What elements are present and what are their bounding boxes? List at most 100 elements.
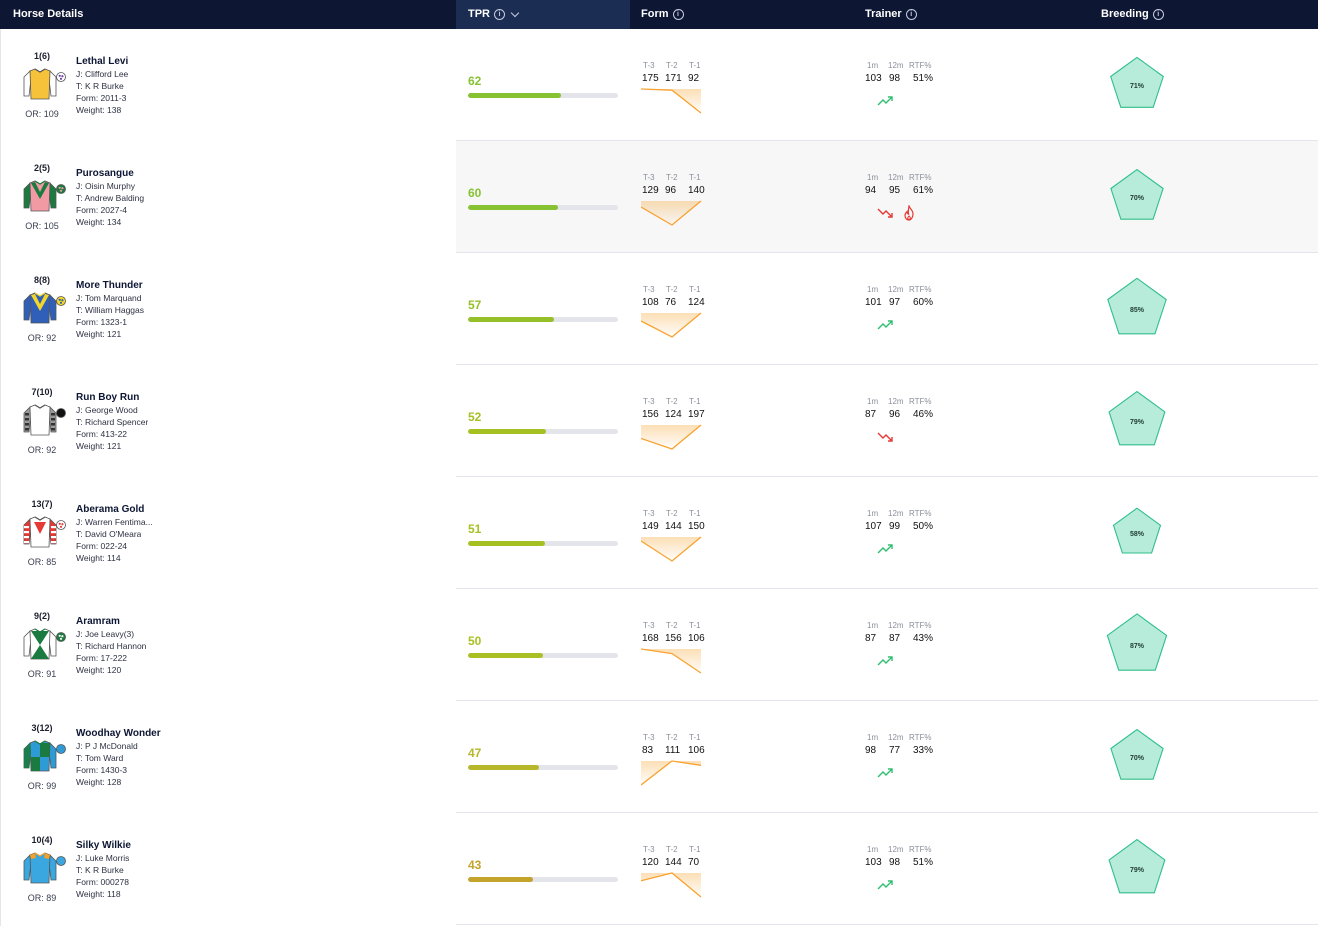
breeding-pentagon[interactable]: 87% — [1097, 589, 1177, 701]
breeding-pentagon[interactable]: 79% — [1097, 813, 1177, 925]
chevron-down-icon[interactable] — [510, 8, 520, 17]
silk-cap — [56, 184, 66, 194]
official-rating: OR: 99 — [27, 781, 57, 791]
jockey-name[interactable]: J: Joe Leavy(3) — [76, 629, 134, 639]
official-rating: OR: 92 — [27, 445, 57, 455]
horse-name[interactable]: Lethal Levi — [76, 56, 128, 67]
breeding-pentagon[interactable]: 58% — [1097, 477, 1177, 589]
silk-sleeve-mark — [51, 418, 55, 421]
form-value-t3: 156 — [642, 409, 659, 420]
form-label-t1: T-1 — [689, 173, 701, 182]
trainer-rtf: 60% — [913, 297, 934, 308]
trainer-rtf: 61% — [913, 185, 934, 196]
jockey-name[interactable]: J: Warren Fentima... — [76, 517, 153, 527]
form-value-t2: 111 — [665, 745, 681, 756]
trainer-name[interactable]: T: William Haggas — [76, 305, 144, 315]
trend-down-line — [877, 432, 893, 442]
trainer-wins-12m: 87 — [889, 633, 901, 644]
form-label-t1: T-1 — [689, 397, 701, 406]
table-row[interactable]: 9(2) OR: 91 Aramram J: Joe Leavy(3) T: R… — [0, 589, 1318, 701]
jockey-name[interactable]: J: Oisin Murphy — [76, 181, 135, 191]
horse-details-header: Horse Details — [13, 8, 83, 20]
breeding-pentagon[interactable]: 85% — [1097, 253, 1177, 365]
trainer-name[interactable]: T: Andrew Balding — [76, 193, 144, 203]
form-value-t2: 76 — [665, 297, 677, 308]
horse-name[interactable]: Aramram — [76, 616, 120, 627]
table-row[interactable]: 2(5) OR: 105 Purosangue J: Oisin Murphy … — [0, 141, 1318, 253]
form-label-t2: T-2 — [666, 733, 678, 742]
table-row[interactable]: 1(6) OR: 109 Lethal Levi J: Clifford Lee… — [0, 29, 1318, 141]
jockey-name[interactable]: J: George Wood — [76, 405, 138, 415]
tpr-bar — [468, 317, 618, 322]
trainer-name[interactable]: T: K R Burke — [76, 865, 124, 875]
breeding-pentagon[interactable]: 71% — [1097, 29, 1177, 141]
form-figures: Form: 17-222 — [76, 653, 128, 663]
form-sparkline — [641, 536, 702, 562]
silk-sleeve-mark — [25, 413, 29, 416]
table-row[interactable]: 8(8) OR: 92 More Thunder J: Tom Marquand… — [0, 253, 1318, 365]
form-sparkline-area — [641, 89, 701, 113]
trainer-name[interactable]: T: Tom Ward — [76, 753, 123, 763]
horse-name[interactable]: Run Boy Run — [76, 392, 139, 403]
silk-cap-dot — [61, 187, 64, 190]
tpr-bar-fill — [468, 765, 539, 770]
info-icon[interactable]: i — [494, 8, 505, 20]
trend-icon — [877, 880, 893, 890]
silk-sleeve-mark — [51, 423, 55, 426]
form-label-t2: T-2 — [666, 61, 678, 70]
breeding-percent: 58% — [1130, 531, 1145, 538]
table-row[interactable]: 7(10) OR: 92 Run Boy Run J: George Wood … — [0, 365, 1318, 477]
official-rating: OR: 105 — [25, 221, 59, 231]
form-label-t2: T-2 — [666, 285, 678, 294]
trainer-name[interactable]: T: Richard Hannon — [76, 641, 146, 651]
trainer-label-1m: 1m — [867, 733, 879, 742]
horse-name[interactable]: Aberama Gold — [76, 504, 144, 515]
horse-name[interactable]: Woodhay Wonder — [76, 728, 161, 739]
horse-name[interactable]: Silky Wilkie — [76, 840, 131, 851]
trainer-name[interactable]: T: K R Burke — [76, 81, 124, 91]
info-icon[interactable]: i — [1152, 8, 1164, 20]
silk-sleeve-stripe — [24, 526, 29, 529]
tpr-bar-fill — [468, 429, 546, 434]
trainer-name[interactable]: T: David O'Meara — [76, 529, 141, 539]
jockey-name[interactable]: J: Luke Morris — [76, 853, 129, 863]
form-label-t2: T-2 — [666, 397, 678, 406]
form-label-t3: T-3 — [643, 845, 655, 854]
trend-icon — [877, 96, 893, 106]
cloth-number: 10(4) — [31, 835, 53, 845]
table-row[interactable]: 13(7) OR: 85 Aberama Gold J: Warren Fent… — [0, 477, 1318, 589]
silk-cap-dot — [59, 189, 63, 192]
silk-cap — [56, 72, 66, 82]
official-rating: OR: 91 — [27, 669, 57, 679]
tpr-bar — [468, 541, 618, 546]
breeding-pentagon[interactable]: 70% — [1097, 141, 1177, 253]
trainer-label-rtf: RTF% — [909, 621, 932, 630]
trainer-label-12m: 12m — [888, 509, 904, 518]
breeding-pentagon[interactable]: 70% — [1097, 701, 1177, 813]
horse-name[interactable]: Purosangue — [76, 168, 134, 179]
trainer-name[interactable]: T: Richard Spencer — [76, 417, 148, 427]
trainer-label-12m: 12m — [888, 397, 904, 406]
trainer-label-1m: 1m — [867, 845, 879, 854]
jockey-name[interactable]: J: Tom Marquand — [76, 293, 142, 303]
table-row[interactable]: 10(4) OR: 89 Silky Wilkie J: Luke Morris… — [0, 813, 1318, 925]
form-sparkline — [641, 312, 702, 338]
cloth-number: 2(5) — [33, 163, 50, 173]
info-icon[interactable]: i — [672, 8, 684, 20]
form-sparkline-area — [641, 201, 701, 225]
jockey-name[interactable]: J: Clifford Lee — [76, 69, 128, 79]
tpr-header[interactable]: TPR i — [468, 8, 520, 20]
weight: Weight: 120 — [76, 665, 122, 675]
horse-name[interactable]: More Thunder — [76, 280, 143, 291]
breeding-pentagon[interactable]: 79% — [1097, 365, 1177, 477]
trainer-label-1m: 1m — [867, 61, 879, 70]
trainer-rtf: 33% — [913, 745, 934, 756]
jockey-silk-icon — [23, 852, 66, 884]
info-icon[interactable]: i — [905, 8, 917, 20]
form-sparkline-area — [641, 873, 701, 897]
form-value-t2: 96 — [665, 185, 677, 196]
table-row[interactable]: 3(12) OR: 99 Woodhay Wonder J: P J McDon… — [0, 701, 1318, 813]
form-label-t3: T-3 — [643, 509, 655, 518]
form-header: Form i — [641, 8, 684, 20]
jockey-name[interactable]: J: P J McDonald — [76, 741, 138, 751]
